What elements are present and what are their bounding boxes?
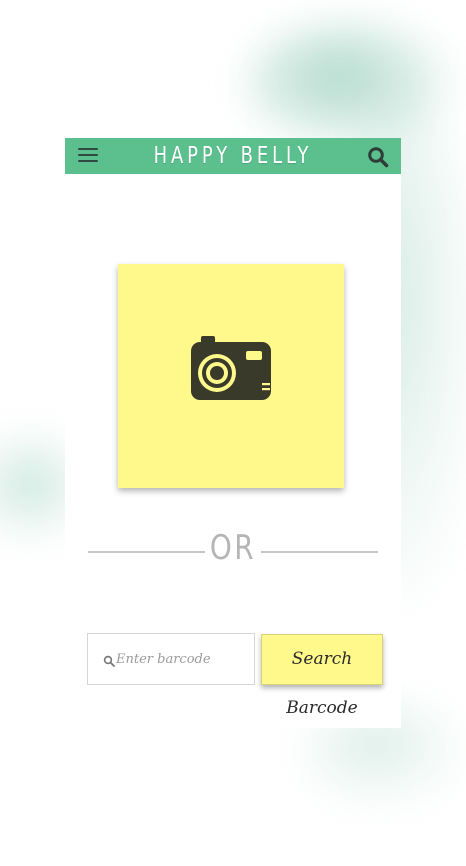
or-divider: OR	[88, 526, 378, 570]
header-bar: HAPPY BELLY	[65, 138, 401, 174]
barcode-search-box	[87, 633, 255, 685]
app-panel: HAPPY BELLY OR Enter barcode Search Barc…	[65, 138, 401, 728]
camera-scan-button[interactable]	[118, 264, 344, 488]
app-title: HAPPY BELLY	[153, 143, 313, 169]
screen: HAPPY BELLY OR Enter barcode Search Barc…	[0, 0, 466, 866]
search-icon[interactable]	[367, 146, 389, 168]
barcode-input[interactable]	[116, 634, 248, 684]
search-icon	[103, 654, 115, 667]
search-barcode-button[interactable]: Search Barcode	[261, 634, 383, 718]
divider-line	[261, 551, 378, 553]
or-label: OR	[209, 528, 257, 568]
hamburger-menu-icon[interactable]	[78, 148, 98, 164]
camera-icon	[189, 336, 273, 404]
